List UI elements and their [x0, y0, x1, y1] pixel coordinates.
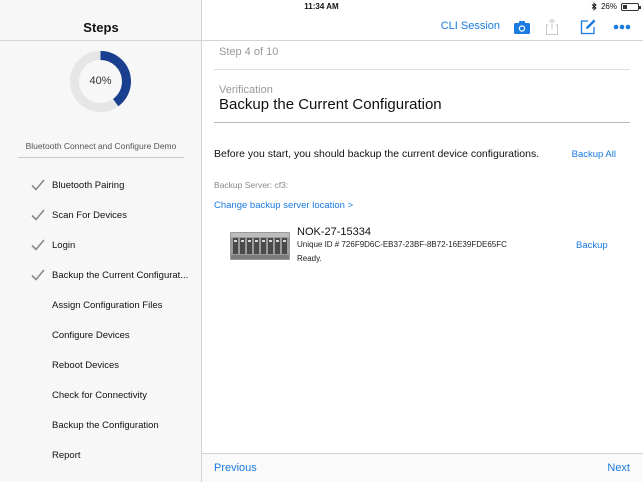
progress-ring: 40% — [69, 50, 132, 113]
section-label: Verification — [219, 84, 273, 96]
steps-sidebar: Steps 40% Bluetooth Connect and Configur… — [0, 0, 202, 482]
step-item[interactable]: Reboot Devices — [0, 350, 202, 380]
step-item[interactable]: Bluetooth Pairing — [0, 170, 202, 200]
bluetooth-icon — [591, 2, 597, 11]
previous-button[interactable]: Previous — [214, 462, 257, 474]
checkmark-icon — [31, 209, 45, 221]
step-item[interactable]: Report — [0, 440, 202, 470]
steps-list: Bluetooth Pairing Scan For Devices Login… — [0, 170, 202, 470]
device-unique-id: Unique ID # 726F9D6C-EB37-23BF-8B72-16E3… — [297, 240, 507, 249]
device-backup-button[interactable]: Backup — [576, 240, 608, 251]
battery-percent: 26% — [600, 2, 617, 11]
bottom-nav-bar: Previous Next — [202, 453, 643, 482]
top-toolbar: CLI Session — [202, 14, 643, 41]
change-server-link[interactable]: Change backup server location > — [214, 200, 353, 211]
camera-icon[interactable] — [513, 18, 531, 36]
backup-server-label: Backup Server: cf3: — [214, 180, 289, 190]
step-item[interactable]: Configure Devices — [0, 320, 202, 350]
step-item[interactable]: Backup the Configuration — [0, 410, 202, 440]
page-title: Backup the Current Configuration — [219, 96, 442, 113]
divider — [214, 69, 630, 70]
step-label: Scan For Devices — [52, 209, 127, 221]
device-status: Ready. — [297, 254, 322, 263]
checkmark-icon — [31, 179, 45, 191]
demo-label: Bluetooth Connect and Configure Demo — [25, 141, 177, 151]
step-item[interactable]: Check for Connectivity — [0, 380, 202, 410]
device-chassis-image — [230, 232, 290, 260]
step-counter: Step 4 of 10 — [219, 46, 279, 58]
step-label: Login — [52, 239, 76, 251]
divider — [214, 122, 630, 123]
backup-all-button[interactable]: Backup All — [572, 149, 616, 160]
divider — [0, 40, 202, 41]
device-name: NOK-27-15334 — [297, 226, 371, 238]
step-item[interactable]: Assign Configuration Files — [0, 290, 202, 320]
progress-label: 40% — [89, 75, 112, 87]
step-label: Report — [52, 449, 81, 461]
share-icon[interactable] — [543, 18, 561, 36]
step-item[interactable]: Login — [0, 230, 202, 260]
step-label: Assign Configuration Files — [52, 299, 163, 311]
edit-icon[interactable] — [579, 18, 597, 36]
step-label: Backup the Configuration — [52, 419, 159, 431]
more-icon[interactable] — [613, 18, 631, 36]
step-label: Check for Connectivity — [52, 389, 148, 401]
step-label: Backup the Current Configurat... — [52, 269, 189, 281]
next-button[interactable]: Next — [607, 462, 630, 474]
step-label: Reboot Devices — [52, 359, 120, 371]
step-label: Bluetooth Pairing — [52, 179, 125, 191]
device-row: NOK-27-15334 Unique ID # 726F9D6C-EB37-2… — [228, 224, 628, 270]
checkmark-icon — [31, 269, 45, 281]
sidebar-title: Steps — [83, 20, 119, 35]
intro-text: Before you start, you should backup the … — [214, 148, 540, 160]
divider — [18, 157, 184, 158]
step-label: Configure Devices — [52, 329, 130, 341]
step-item[interactable]: Scan For Devices — [0, 200, 202, 230]
battery-icon — [621, 2, 641, 11]
cli-session-button[interactable]: CLI Session — [441, 20, 500, 32]
checkmark-icon — [31, 239, 45, 251]
step-item[interactable]: Backup the Current Configurat... — [0, 260, 202, 290]
